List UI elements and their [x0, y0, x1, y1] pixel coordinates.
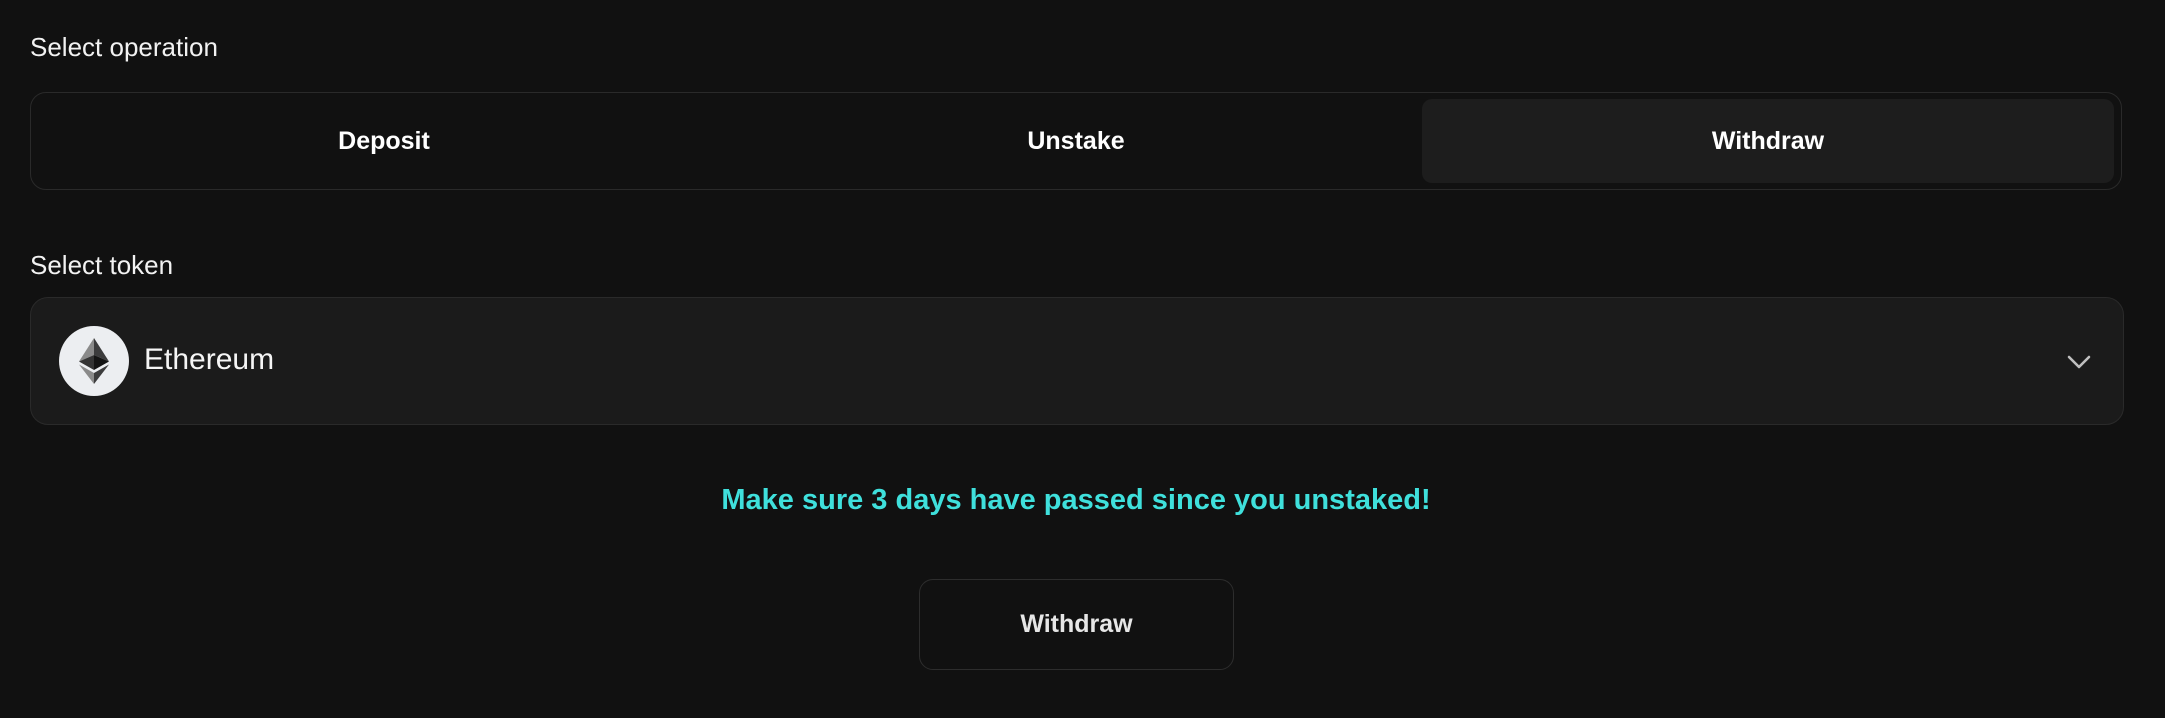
ethereum-icon	[59, 326, 129, 396]
withdraw-button[interactable]: Withdraw	[919, 579, 1234, 670]
operation-tab-withdraw[interactable]: Withdraw	[1422, 99, 2114, 183]
operation-selector: Deposit Unstake Withdraw	[30, 92, 2122, 190]
operation-tab-deposit[interactable]: Deposit	[38, 99, 730, 183]
select-operation-label: Select operation	[30, 32, 218, 62]
chevron-down-icon	[2067, 355, 2091, 369]
token-dropdown[interactable]: Ethereum	[30, 297, 2124, 425]
select-token-label: Select token	[30, 250, 174, 280]
selected-token-name: Ethereum	[144, 343, 275, 376]
operation-tab-unstake[interactable]: Unstake	[730, 99, 1422, 183]
unstake-wait-notice: Make sure 3 days have passed since you u…	[721, 484, 1431, 516]
